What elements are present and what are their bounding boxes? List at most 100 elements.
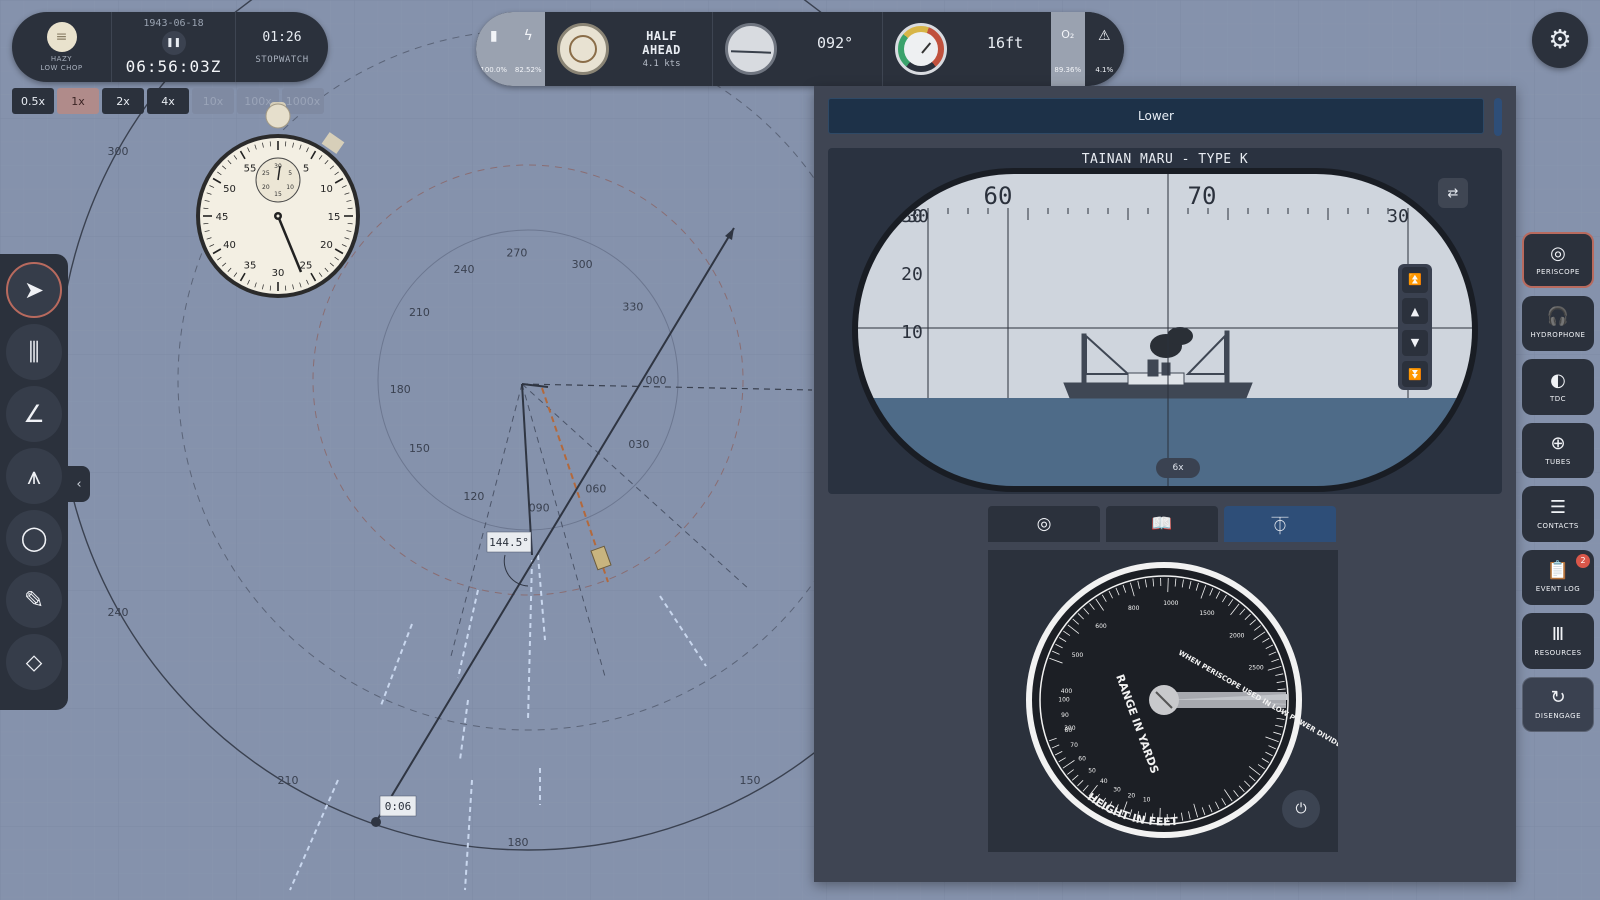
range-ring-label: 210 (278, 774, 299, 787)
stopwatch-number: 25 (300, 260, 313, 271)
compass-label: 030 (628, 438, 649, 451)
target-tab[interactable]: ◎ (988, 506, 1100, 542)
lower-button[interactable]: ▼ (1402, 329, 1428, 356)
stadimeter-panel: 2500 2000 1500 1000 800 600 500 400 300 10 20 30 40 5… (988, 550, 1338, 852)
power-percent: 82.52% (514, 66, 542, 74)
nav-label: RESOURCES (1534, 648, 1582, 657)
ruler-tool-button[interactable]: ⫼ (6, 324, 62, 380)
speed-value: 4.1 kts (642, 59, 681, 69)
nav-label: HYDROPHONE (1530, 331, 1586, 340)
range-number: 2000 (1229, 632, 1244, 639)
contacts-icon: ☰ (1549, 496, 1567, 518)
stopwatch-toggle[interactable]: 01:26 STOPWATCH (236, 12, 328, 82)
nav-periscope-button[interactable]: ◎ PERISCOPE (1522, 232, 1594, 288)
eraser-tool-icon: ⬦ (25, 648, 43, 676)
ruler-tool-icon: ⫼ (28, 338, 40, 366)
oxygen-gauge[interactable]: O₂ 89.36% (1051, 12, 1085, 86)
periscope-view[interactable]: 30 60 70 30 30 20 10 TAINAN MARU - TYPE K ⇄ ⏫ … (828, 148, 1502, 494)
svg-text:0:06: 0:06 (385, 800, 412, 813)
height-number: 50 (1088, 767, 1096, 774)
height-number: 30 (1113, 786, 1121, 793)
nav-label: PERISCOPE (1536, 267, 1580, 276)
engine-telegraph[interactable]: HALF AHEAD 4.1 kts (545, 12, 714, 86)
nav-event-log-button[interactable]: 📋 EVENT LOG 2 (1522, 549, 1594, 606)
lightning-icon: ϟ (523, 28, 533, 44)
periscope-raise-lower-button[interactable]: Lower (828, 98, 1484, 134)
stopwatch-number: 30 (272, 268, 285, 279)
zoom-toggle[interactable]: 6x (1156, 458, 1200, 478)
range-ring-label: 150 (740, 774, 761, 787)
heading-indicator[interactable]: 092° (713, 12, 884, 86)
collapse-toolbar-button[interactable]: ‹ (68, 466, 90, 502)
settings-button[interactable]: ⚙ (1532, 12, 1588, 68)
nav-hydrophone-button[interactable]: 🎧 HYDROPHONE (1522, 295, 1594, 352)
lower-fast-button[interactable]: ⏬ (1402, 361, 1428, 388)
current-time: 06:56:03Z (125, 57, 222, 76)
raise-button[interactable]: ▲ (1402, 298, 1428, 325)
speed-2x-button[interactable]: 2x (102, 88, 144, 114)
nav-label: EVENT LOG (1535, 585, 1581, 594)
engine-order: HALF AHEAD (642, 29, 681, 57)
speed-4x-button[interactable]: 4x (147, 88, 189, 114)
height-number: 10 (1143, 796, 1151, 803)
select-tool-icon: ➤ (23, 276, 45, 304)
compass-label: 060 (585, 483, 606, 496)
stopwatch-minute-number: 15 (274, 191, 282, 198)
eraser-tool-button[interactable]: ⬦ (6, 634, 62, 690)
event-log-icon: 📋 (1546, 560, 1570, 582)
stopwatch-number: 15 (328, 212, 341, 223)
gear-icon: ⚙ (1548, 25, 1572, 55)
pause-button[interactable]: ❚❚ (161, 31, 186, 55)
compass-label: 000 (646, 374, 667, 387)
nav-tubes-button[interactable]: ⊕ TUBES (1522, 422, 1594, 479)
circle-tool-button[interactable]: ◯ (6, 510, 62, 566)
speed-1x-button[interactable]: 1x (57, 88, 99, 114)
clock-block: 1943-06-18 ❚❚ 06:56:03Z (112, 12, 236, 82)
power-icon: ⏻ (1295, 801, 1307, 817)
current-date: 1943-06-18 (143, 18, 204, 29)
svg-text:144.5°: 144.5° (489, 536, 529, 549)
nav-disengage-button[interactable]: ↻ DISENGAGE (1522, 676, 1594, 733)
periscope-action-label: Lower (1138, 109, 1174, 123)
swap-view-button[interactable]: ⇄ (1438, 178, 1468, 208)
compass-label: 090 (529, 502, 550, 515)
periscope-window: Lower 30 60 70 30 30 20 10 TAINAN MARU -… (814, 86, 1516, 882)
select-tool-button[interactable]: ➤ (6, 262, 62, 318)
speed-0.5x-button[interactable]: 0.5x (12, 88, 54, 114)
compass-label: 210 (409, 306, 430, 319)
stadimeter-settings-button[interactable]: ⏻ (1282, 790, 1320, 828)
weather-indicator[interactable]: ≡ HAZY LOW CHOP (12, 12, 112, 82)
height-number: 60 (1078, 755, 1086, 762)
notification-badge: 2 (1576, 553, 1590, 568)
warning-icon: ⚠ (1097, 28, 1111, 44)
nav-tdc-button[interactable]: ◐ TDC (1522, 359, 1594, 415)
depth-indicator[interactable]: 16ft (883, 12, 1051, 86)
book-tab[interactable]: 📖 (1106, 506, 1218, 542)
raise-fast-button[interactable]: ⏫ (1402, 266, 1428, 293)
bearing-scale-label: 30 (1387, 206, 1409, 227)
range-number: 400 (1061, 688, 1073, 695)
stopwatch-dial[interactable]: 5 10 15 20 25 30 35 40 45 50 55 5 10 15 20 25 30 (194, 102, 364, 312)
chevron-left-icon: ‹ (76, 476, 82, 492)
bearing-scale-label: 60 (984, 182, 1013, 210)
stopwatch-minute-number: 5 (288, 170, 292, 177)
nav-resources-button[interactable]: Ⅲ RESOURCES (1522, 613, 1594, 669)
heading-value: 092° (817, 34, 854, 52)
scrollbar[interactable] (1494, 98, 1502, 136)
compass-tool-button[interactable]: ⩚ (6, 448, 62, 504)
compass-label: 240 (454, 263, 475, 276)
zoom-level: 6x (1172, 463, 1184, 473)
range-number: 800 (1128, 605, 1140, 612)
power-gauge[interactable]: ϟ 82.52% (511, 12, 546, 86)
pencil-tool-button[interactable]: ✎ (6, 572, 62, 628)
compass-tool-icon: ⩚ (27, 462, 41, 490)
heading-dial-icon (725, 23, 778, 75)
height-number: 20 (1128, 793, 1136, 800)
range-ring-label: 240 (108, 606, 129, 619)
protractor-tool-button[interactable]: ∠ (6, 386, 62, 442)
battery-percent: 100.0% (480, 66, 508, 74)
stopwatch-number: 5 (303, 164, 309, 175)
nav-label: TDC (1549, 394, 1567, 403)
rangefinder-tab[interactable]: ⏁ (1224, 506, 1336, 542)
nav-contacts-button[interactable]: ☰ CONTACTS (1522, 486, 1594, 542)
